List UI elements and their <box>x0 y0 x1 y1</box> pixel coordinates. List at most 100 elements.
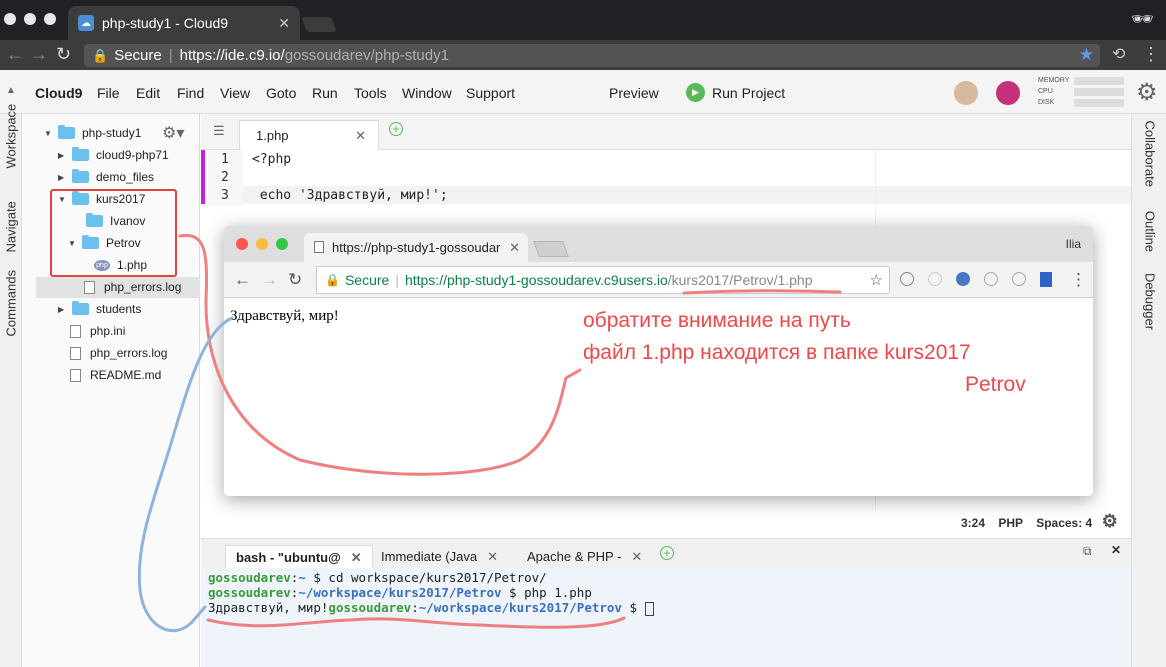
add-terminal-icon[interactable]: + <box>660 546 674 560</box>
forward-icon[interactable]: → <box>261 270 278 290</box>
terminal-tab-apache[interactable]: Apache & PHP - ✕ <box>517 545 652 569</box>
close-tab-icon[interactable]: ✕ <box>351 550 362 565</box>
brand-menu[interactable]: Cloud9 <box>35 85 82 101</box>
panel-outline[interactable]: Outline <box>1143 199 1158 265</box>
window-maximize-button[interactable] <box>276 238 288 250</box>
settings-gear-icon[interactable]: ⚙ <box>1136 78 1158 107</box>
info-extension-icon[interactable] <box>900 272 914 286</box>
close-tab-icon[interactable]: ✕ <box>278 15 290 32</box>
tree-item-label: README.md <box>90 368 162 382</box>
tree-item-root[interactable]: ▼ php-study1 <box>44 125 141 140</box>
avatar[interactable] <box>996 81 1020 105</box>
annotation-text: Petrov <box>965 373 1026 396</box>
new-tab-button[interactable] <box>533 241 569 257</box>
url-path: /kurs2017/Petrov/1.php <box>667 272 813 288</box>
file-icon <box>70 324 81 338</box>
cursor-position[interactable]: 3:24 <box>961 516 985 530</box>
menu-icon[interactable]: ⋮ <box>1070 270 1087 290</box>
tree-item-cloud9-php71[interactable]: ▶ cloud9-php71 <box>58 147 169 162</box>
back-icon[interactable]: ← <box>6 44 24 65</box>
tree-item-php-errors-log[interactable]: php_errors.log <box>84 280 181 294</box>
tree-item-students[interactable]: ▶ students <box>58 301 141 316</box>
close-tab-icon[interactable]: ✕ <box>631 549 642 564</box>
terminal[interactable]: gossoudarev:~ $ cd workspace/kurs2017/Pe… <box>201 568 1131 667</box>
menu-support[interactable]: Support <box>466 85 515 101</box>
window-minimize-button[interactable] <box>24 13 36 25</box>
editor-tab-1-php[interactable]: 1.php ✕ <box>239 120 379 150</box>
panel-collaborate[interactable]: Collaborate <box>1143 121 1158 188</box>
reload-icon[interactable]: ↻ <box>288 270 302 290</box>
run-icon[interactable]: ▶ <box>686 83 705 102</box>
extension-icon[interactable] <box>984 272 998 286</box>
history-icon[interactable]: ⟲ <box>1112 44 1125 64</box>
code-line: echo 'Здравствуй, мир!'; <box>252 188 448 203</box>
tree-item-label: php_errors.log <box>104 280 182 294</box>
terminal-tab-bash[interactable]: bash - "ubuntu@ ✕ <box>225 545 373 569</box>
bookmark-star-icon[interactable]: ☆ <box>870 271 883 289</box>
menu-goto[interactable]: Goto <box>266 85 296 101</box>
extension-icon[interactable] <box>928 272 942 286</box>
preview-button[interactable]: Preview <box>609 85 659 101</box>
terminal-tab-label: bash - "ubuntu@ <box>236 550 341 565</box>
popup-toolbar: ← → ↻ 🔒 Secure | https://php-study1-goss… <box>224 262 1093 298</box>
line-number: 3 <box>221 188 229 203</box>
add-tab-icon[interactable]: + <box>389 122 403 136</box>
tree-item-label: php.ini <box>90 324 126 338</box>
menu-find[interactable]: Find <box>177 85 204 101</box>
panel-debugger[interactable]: Debugger <box>1143 269 1158 335</box>
close-tab-icon[interactable]: ✕ <box>355 128 366 144</box>
terminal-tab-bar: bash - "ubuntu@ ✕ Immediate (Java ✕ Apache… <box>201 538 1131 569</box>
collapse-icon[interactable]: ▲ <box>6 85 16 96</box>
change-marker <box>201 150 205 204</box>
tree-item-php-ini[interactable]: php.ini <box>70 324 125 338</box>
menu-window[interactable]: Window <box>402 85 452 101</box>
memory-bar <box>1074 77 1124 85</box>
window-minimize-button[interactable] <box>256 238 268 250</box>
menu-edit[interactable]: Edit <box>136 85 160 101</box>
file-icon <box>70 368 81 382</box>
editor-tab-label: 1.php <box>256 128 289 143</box>
indent-setting[interactable]: Spaces: 4 <box>1036 516 1092 530</box>
forward-icon[interactable]: → <box>30 44 48 65</box>
menu-file[interactable]: File <box>97 85 120 101</box>
terminal-cursor <box>644 601 654 616</box>
menu-run[interactable]: Run <box>312 85 338 101</box>
tree-item-readme[interactable]: README.md <box>70 368 161 382</box>
popup-address-bar[interactable]: 🔒 Secure | https://php-study1-gossoudare… <box>316 266 890 294</box>
close-tab-icon[interactable]: ✕ <box>487 549 498 564</box>
back-icon[interactable]: ← <box>234 270 251 290</box>
tree-settings-gear-icon[interactable]: ⚙▾ <box>162 123 184 143</box>
avatar[interactable] <box>954 81 978 105</box>
new-tab-button[interactable] <box>301 17 337 32</box>
window-close-button[interactable] <box>236 238 248 250</box>
tab-list-icon[interactable]: ☰ <box>213 123 225 139</box>
globe-extension-icon[interactable] <box>956 272 970 286</box>
language-mode[interactable]: PHP <box>998 516 1022 530</box>
panel-navigate[interactable]: Navigate <box>4 201 19 252</box>
menu-view[interactable]: View <box>220 85 250 101</box>
close-panel-icon[interactable]: ✕ <box>1111 543 1121 557</box>
bookmark-star-icon[interactable]: ★ <box>1079 45 1094 65</box>
history-extension-icon[interactable] <box>1012 272 1026 286</box>
window-close-button[interactable] <box>4 13 16 25</box>
browser-tab[interactable]: ☁ php-study1 - Cloud9 ✕ <box>68 6 300 40</box>
run-project-button[interactable]: Run Project <box>712 85 785 101</box>
address-bar[interactable]: 🔒 Secure | https://ide.c9.io/ gossoudare… <box>84 44 1100 67</box>
menu-tools[interactable]: Tools <box>354 85 387 101</box>
popup-browser-tab[interactable]: https://php-study1-gossoudar ✕ <box>304 233 528 262</box>
menu-icon[interactable]: ⋮ <box>1142 44 1160 65</box>
tree-item-demo-files[interactable]: ▶ demo_files <box>58 169 155 184</box>
profile-name[interactable]: Ilia <box>1066 237 1081 251</box>
reload-icon[interactable]: ↻ <box>56 44 71 65</box>
tree-item-label: demo_files <box>96 170 155 184</box>
bookmark-extension-icon[interactable] <box>1040 272 1052 287</box>
terminal-tab-immediate[interactable]: Immediate (Java ✕ <box>371 545 508 569</box>
close-tab-icon[interactable]: ✕ <box>509 240 520 256</box>
lock-icon: 🔒 <box>325 273 340 287</box>
panel-workspace[interactable]: Workspace <box>4 104 19 169</box>
editor-settings-gear-icon[interactable]: ⚙ <box>1102 511 1118 531</box>
panel-commands[interactable]: Commands <box>4 270 19 336</box>
restore-panel-icon[interactable]: ⧉ <box>1083 544 1092 559</box>
tree-item-php-errors-log[interactable]: php_errors.log <box>70 346 167 360</box>
window-maximize-button[interactable] <box>44 13 56 25</box>
